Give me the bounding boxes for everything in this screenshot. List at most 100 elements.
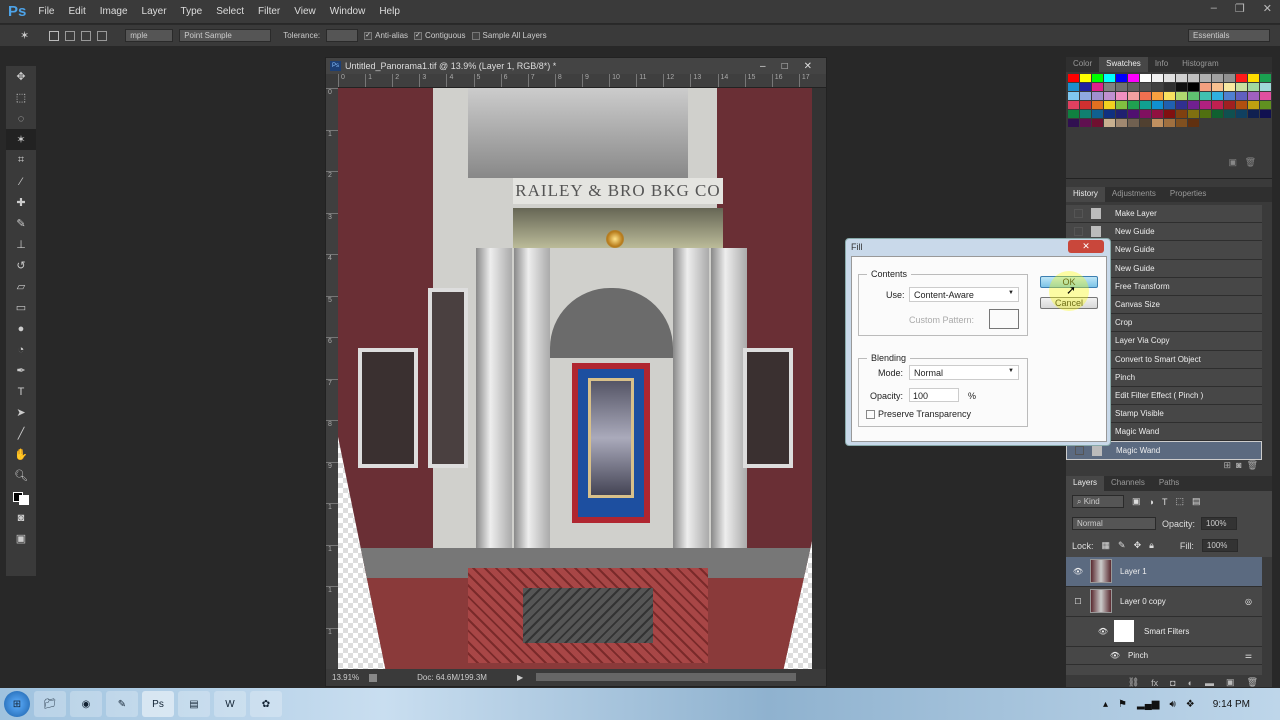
color-swatch[interactable]: [1248, 92, 1259, 100]
color-swatch[interactable]: [1092, 101, 1103, 109]
color-swatch[interactable]: [1128, 74, 1139, 82]
history-item[interactable]: Make Layer: [1066, 205, 1262, 224]
workspace-select[interactable]: Essentials: [1188, 29, 1270, 42]
color-swatch[interactable]: [1104, 101, 1115, 109]
shape-tool-icon[interactable]: ╱: [6, 423, 36, 444]
color-swatch[interactable]: [1188, 83, 1199, 91]
color-swatch[interactable]: [1092, 92, 1103, 100]
color-swatch[interactable]: [1248, 83, 1259, 91]
vertical-scrollbar[interactable]: [812, 88, 826, 669]
close-button[interactable]: ✕: [1263, 2, 1272, 15]
layer-row-partial[interactable]: [1066, 664, 1262, 675]
new-selection-icon[interactable]: [49, 30, 60, 41]
start-button[interactable]: ⊞: [4, 691, 30, 717]
kind-filter-select[interactable]: ⌕ Kind: [1072, 495, 1124, 509]
restore-button[interactable]: ❐: [1235, 2, 1245, 15]
canvas[interactable]: RAILEY & BRO BKG CO: [338, 88, 812, 669]
tab-properties[interactable]: Properties: [1163, 187, 1213, 202]
color-swatch[interactable]: [1176, 101, 1187, 109]
healing-tool-icon[interactable]: ✚: [6, 192, 36, 213]
path-select-tool-icon[interactable]: ➤: [6, 402, 36, 423]
color-swatch[interactable]: [1200, 74, 1211, 82]
dropbox-icon[interactable]: ❖: [1186, 699, 1195, 710]
color-swatch[interactable]: [1164, 110, 1175, 118]
filter-type-icon[interactable]: T: [1162, 497, 1168, 507]
color-swatch[interactable]: [1164, 119, 1175, 127]
sample-size-field[interactable]: mple: [125, 29, 174, 42]
chrome-taskbar-icon[interactable]: ◉: [70, 691, 102, 717]
color-swatch[interactable]: [1128, 119, 1139, 127]
color-swatch[interactable]: [1080, 119, 1091, 127]
color-swatch[interactable]: [1164, 101, 1175, 109]
color-swatch[interactable]: [1176, 74, 1187, 82]
color-swatch[interactable]: [1212, 110, 1223, 118]
use-select[interactable]: Content-Aware ▼: [909, 287, 1019, 302]
color-swatch[interactable]: [1128, 92, 1139, 100]
color-swatch[interactable]: [1140, 74, 1151, 82]
crop-tool-icon[interactable]: ⌗: [6, 150, 36, 171]
color-swatch[interactable]: [1116, 119, 1127, 127]
history-snapshot-checkbox[interactable]: [1075, 446, 1084, 456]
move-tool-icon[interactable]: ✥: [6, 66, 36, 87]
new-document-icon[interactable]: ⊞: [1224, 460, 1232, 470]
hand-tool-icon[interactable]: ✋: [6, 444, 36, 465]
paint-taskbar-icon[interactable]: ✿: [250, 691, 282, 717]
magic-wand-tool-icon[interactable]: ✶: [6, 129, 36, 150]
color-swatch[interactable]: [1188, 119, 1199, 127]
pinned-app-taskbar-icon[interactable]: ✎: [106, 691, 138, 717]
marquee-tool-icon[interactable]: ⬚: [6, 87, 36, 108]
color-swatch[interactable]: [1080, 92, 1091, 100]
doc-maximize-button[interactable]: □: [782, 61, 788, 72]
app-taskbar-icon[interactable]: ▤: [178, 691, 210, 717]
fill-input[interactable]: 100%: [1201, 539, 1238, 553]
zoom-level[interactable]: 13.91%: [332, 673, 359, 682]
minimize-button[interactable]: –: [1211, 2, 1217, 15]
delete-state-icon[interactable]: 🗑︎: [1247, 460, 1258, 470]
color-swatch[interactable]: [1068, 83, 1079, 91]
color-swatch[interactable]: [1200, 110, 1211, 118]
adjustment-layer-icon[interactable]: ◐: [1188, 678, 1193, 688]
delete-layer-icon[interactable]: 🗑︎: [1247, 677, 1258, 688]
photoshop-taskbar-icon[interactable]: Ps: [142, 691, 174, 717]
color-swatch[interactable]: [1152, 101, 1163, 109]
mode-select[interactable]: Normal ▼: [909, 365, 1019, 380]
color-swatch[interactable]: [1128, 110, 1139, 118]
color-swatch[interactable]: [1104, 74, 1115, 82]
color-swatch[interactable]: [1152, 92, 1163, 100]
color-swatch[interactable]: [1224, 83, 1235, 91]
color-swatch[interactable]: [1116, 101, 1127, 109]
tab-channels[interactable]: Channels: [1104, 476, 1152, 491]
anti-alias-checkbox[interactable]: ✓ Anti-alias: [364, 31, 408, 40]
word-taskbar-icon[interactable]: W: [214, 691, 246, 717]
color-swatch[interactable]: [1104, 83, 1115, 91]
fx-icon[interactable]: fx: [1151, 678, 1158, 688]
color-swatch[interactable]: [1128, 83, 1139, 91]
filter-pixel-icon[interactable]: ▣: [1132, 496, 1141, 507]
link-layers-icon[interactable]: ⛓︎: [1128, 677, 1139, 688]
menu-layer[interactable]: Layer: [142, 6, 167, 17]
color-swatch[interactable]: [1236, 110, 1247, 118]
status-menu-arrow-icon[interactable]: ▶: [517, 673, 523, 682]
doc-close-button[interactable]: ✕: [804, 61, 812, 72]
color-swatch[interactable]: [1200, 101, 1211, 109]
brush-tool-icon[interactable]: ✎: [6, 213, 36, 234]
color-swatch[interactable]: [1140, 92, 1151, 100]
color-swatch[interactable]: [1248, 74, 1259, 82]
color-swatch[interactable]: [1164, 92, 1175, 100]
menu-window[interactable]: Window: [330, 6, 366, 17]
document-tab[interactable]: Ps Untitled_Panorama1.tif @ 13.9% (Layer…: [326, 58, 826, 74]
color-swatch[interactable]: [1080, 83, 1091, 91]
color-swatch[interactable]: [1068, 110, 1079, 118]
blur-tool-icon[interactable]: ●: [6, 318, 36, 339]
lock-paint-icon[interactable]: ✎: [1118, 540, 1126, 551]
color-swatch[interactable]: [1224, 110, 1235, 118]
add-mask-icon[interactable]: ◘: [1170, 678, 1175, 688]
color-swatch[interactable]: [1188, 92, 1199, 100]
color-swatch[interactable]: [1092, 83, 1103, 91]
visibility-eye-icon[interactable]: 👁︎: [1066, 567, 1090, 576]
menu-view[interactable]: View: [294, 6, 316, 17]
color-swatch[interactable]: [1104, 119, 1115, 127]
color-swatch[interactable]: [1116, 83, 1127, 91]
color-swatch[interactable]: [1068, 119, 1079, 127]
color-swatch[interactable]: [1068, 74, 1079, 82]
